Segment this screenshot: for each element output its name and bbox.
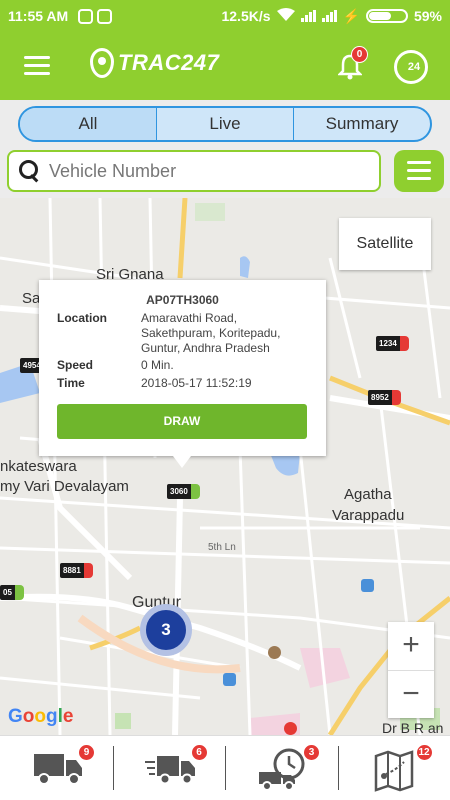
fast-truck-icon — [144, 756, 195, 785]
info-location-value: Amaravathi Road, Sakethpuram, Koritepadu… — [141, 311, 281, 355]
search-box — [7, 150, 381, 192]
nav-badge: 9 — [78, 744, 95, 761]
map-view[interactable]: Sri Gnana Sa nkateswara my Vari Devalaya… — [0, 198, 450, 735]
support-label: 24 — [407, 61, 421, 73]
tab-all[interactable]: All — [20, 108, 156, 140]
location-pin-icon — [90, 48, 114, 78]
vehicle-marker-8952[interactable]: 8952 — [368, 390, 401, 405]
info-time-label: Time — [57, 376, 85, 390]
truck-cab-icon — [83, 563, 93, 578]
map-label-dr-b-r: Dr B R an — [382, 720, 444, 735]
support-24-icon: 24 — [394, 50, 428, 84]
map-label-agatha: Agatha — [344, 486, 392, 503]
tab-summary[interactable]: Summary — [293, 108, 430, 140]
vehicle-info-window: AP07TH3060 Location Amaravathi Road, Sak… — [39, 280, 326, 468]
map-label-devalayam: my Vari Devalayam — [0, 478, 129, 495]
nav-idle-vehicles[interactable]: 3 — [225, 736, 338, 800]
status-bar: 11:55 AM 12.5K/s ⚡ 59% — [0, 0, 450, 32]
info-time-value: 2018-05-17 11:52:19 — [141, 376, 252, 390]
map-label-5th-ln: 5th Ln — [208, 542, 236, 553]
signal-icon-2 — [321, 10, 337, 22]
vehicle-label: 3060 — [167, 484, 191, 499]
zoom-controls: + − — [388, 622, 434, 718]
bottom-nav: 9 6 3 12 — [0, 735, 450, 800]
app-logo: TRAC247 — [90, 48, 219, 78]
nav-moving-vehicles[interactable]: 6 — [112, 736, 226, 800]
zoom-in-button[interactable]: + — [388, 622, 434, 670]
poi-bus-icon-2 — [223, 673, 236, 686]
vehicle-cluster[interactable]: 3 — [140, 604, 192, 656]
wifi-icon — [276, 7, 295, 25]
nav-all-vehicles[interactable]: 9 — [0, 736, 113, 800]
vehicle-search-input[interactable] — [49, 160, 349, 182]
poi-hospital-icon — [284, 722, 297, 735]
poi-temple-icon — [268, 646, 281, 659]
battery-icon — [365, 9, 408, 23]
nav-route-map[interactable]: 12 — [337, 736, 450, 800]
vehicle-label: 8881 — [60, 563, 84, 578]
draw-button[interactable]: DRAW — [57, 404, 307, 439]
vehicle-marker-05[interactable]: 05 — [0, 585, 24, 600]
support-button[interactable]: 24 — [394, 50, 428, 84]
battery-level: 59% — [413, 8, 442, 24]
menu-icon[interactable] — [24, 56, 50, 76]
route-map-icon — [374, 750, 413, 792]
satellite-toggle-button[interactable]: Satellite — [339, 218, 431, 270]
truck-cab-icon — [399, 336, 409, 351]
status-time: 11:55 AM — [8, 8, 69, 24]
vehicle-label: 8952 — [368, 390, 392, 405]
zoom-out-button[interactable]: − — [388, 670, 434, 718]
vehicle-marker-3060[interactable]: 3060 — [167, 484, 200, 499]
app-notification-icon — [78, 8, 94, 24]
signal-icon — [300, 10, 316, 22]
vehicle-label: 05 — [0, 585, 15, 600]
list-view-button[interactable] — [394, 150, 444, 192]
nav-badge: 12 — [415, 744, 433, 761]
google-logo: Google — [8, 706, 74, 727]
notifications-button[interactable]: 0 — [336, 46, 368, 80]
charging-icon: ⚡ — [342, 7, 360, 24]
map-label-varappadu: Varappadu — [332, 507, 405, 524]
truck-icon — [34, 754, 82, 785]
vehicle-label: 1234 — [376, 336, 400, 351]
map-label-venkateswara: nkateswara — [0, 458, 77, 475]
nav-badge: 6 — [190, 744, 208, 761]
network-speed: 12.5K/s — [221, 8, 271, 24]
vehicle-marker-8881[interactable]: 8881 — [60, 563, 93, 578]
search-icon — [19, 160, 41, 182]
truck-cab-icon — [14, 585, 24, 600]
view-tabs: All Live Summary — [18, 106, 432, 142]
logo-text: TRAC247 — [118, 50, 220, 75]
vehicle-marker-1234[interactable]: 1234 — [376, 336, 409, 351]
tab-live[interactable]: Live — [156, 108, 293, 140]
nav-badge: 3 — [303, 744, 320, 761]
truck-clock-icon — [259, 748, 305, 791]
map-label-sa: Sa — [22, 290, 41, 307]
truck-cab-icon — [391, 390, 401, 405]
truck-cab-icon — [190, 484, 200, 499]
top-bar: 11:55 AM 12.5K/s ⚡ 59% TRAC247 0 24 — [0, 0, 450, 100]
info-location-label: Location — [57, 311, 107, 325]
info-speed-value: 0 Min. — [141, 358, 174, 372]
notification-badge: 0 — [351, 46, 368, 63]
android-notification-icon — [97, 8, 113, 24]
info-speed-label: Speed — [57, 358, 94, 372]
info-vehicle-number: AP07TH3060 — [146, 293, 219, 307]
poi-bus-icon — [361, 579, 374, 592]
app-bar: TRAC247 0 24 — [0, 32, 450, 100]
